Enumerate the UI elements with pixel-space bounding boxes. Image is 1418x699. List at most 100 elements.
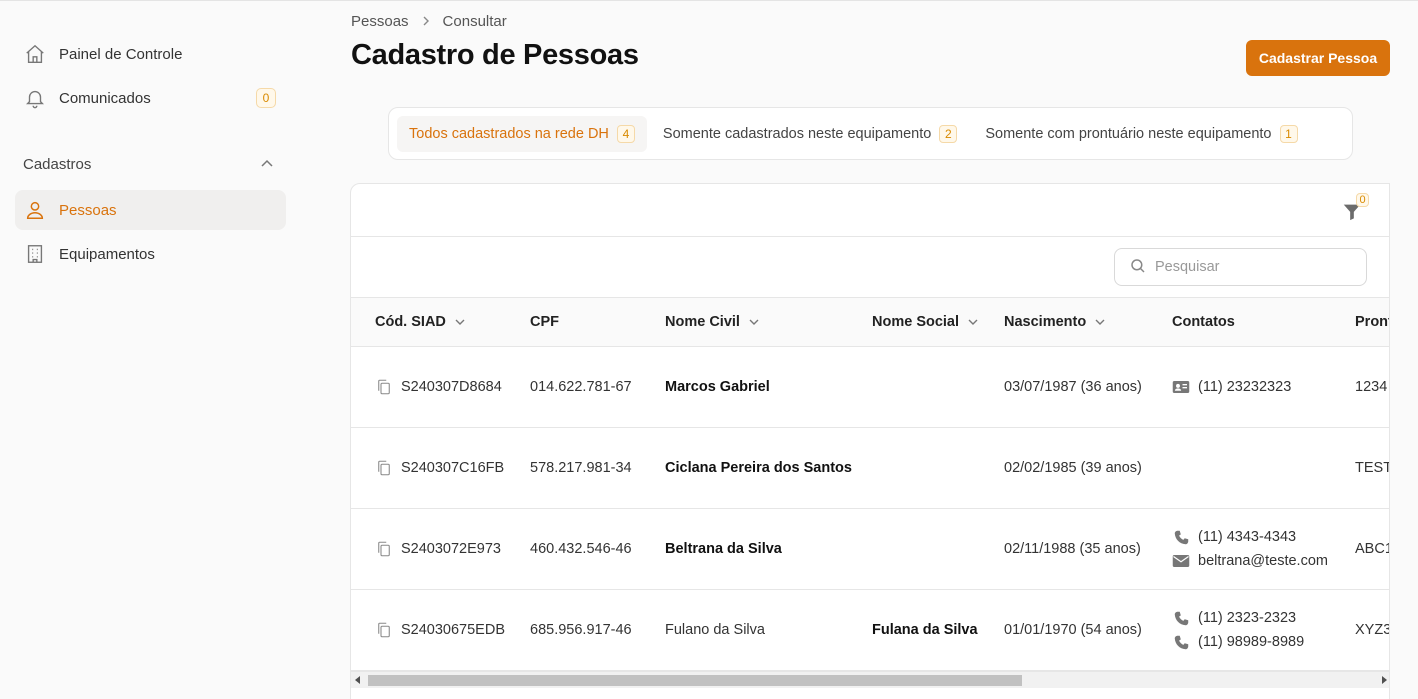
tab-com-prontuario[interactable]: Somente com prontuário neste equipamento…: [973, 116, 1309, 152]
card-toolbar: 0: [351, 184, 1389, 237]
scroll-left-icon[interactable]: [355, 676, 360, 684]
contact-item: (11) 2323-2323: [1172, 609, 1304, 627]
nome-civil-cell: Fulano da Silva: [665, 622, 765, 638]
filter-button[interactable]: 0: [1341, 193, 1369, 224]
search-icon: [1129, 257, 1147, 278]
column-header-nome-social[interactable]: Nome Social: [872, 298, 979, 346]
table-row[interactable]: S24030675EDB 685.956.917-46 Fulano da Si…: [351, 590, 1390, 671]
siad-cell: S240307C16FB: [375, 428, 504, 508]
column-header-nascimento[interactable]: Nascimento: [1004, 298, 1106, 346]
bell-icon: [23, 86, 47, 110]
contact-text: (11) 23232323: [1198, 379, 1292, 395]
siad-value: S240307C16FB: [401, 460, 505, 476]
contact-text: (11) 4343-4343: [1198, 529, 1297, 545]
cpf-cell: 685.956.917-46: [530, 622, 632, 638]
copy-icon[interactable]: [375, 378, 393, 396]
siad-value: S24030675EDB: [401, 622, 505, 638]
siad-cell: S2403072E973: [375, 509, 501, 589]
sidebar-item-label: Comunicados: [59, 89, 151, 107]
people-table-card: 0 Cód. SIAD CPF Nome Civil Nome Social N…: [350, 183, 1390, 699]
tab-neste-equipamento[interactable]: Somente cadastrados neste equipamento 2: [651, 116, 969, 152]
table-row[interactable]: S240307C16FB 578.217.981-34 Ciclana Pere…: [351, 428, 1390, 509]
table-row[interactable]: S240307D8684 014.622.781-67 Marcos Gabri…: [351, 347, 1389, 428]
tab-label: Todos cadastrados na rede DH: [409, 125, 609, 142]
scroll-right-icon[interactable]: [1382, 676, 1387, 684]
contact-text: (11) 2323-2323: [1198, 610, 1297, 626]
sidebar-item-comunicados[interactable]: Comunicados 0: [15, 78, 286, 118]
tab-label: Somente cadastrados neste equipamento: [662, 125, 932, 142]
chevron-down-icon: [1094, 316, 1106, 328]
section-title-cadastros: Cadastros: [23, 156, 92, 173]
chevron-up-icon[interactable]: [260, 157, 274, 174]
nascimento-cell: 01/01/1970 (54 anos): [1004, 622, 1142, 638]
cpf-cell: 578.217.981-34: [530, 460, 632, 476]
contatos-cell: (11) 2323-2323 (11) 98989-8989: [1172, 590, 1304, 670]
tab-todos[interactable]: Todos cadastrados na rede DH 4: [397, 115, 647, 152]
nome-civil-cell: Marcos Gabriel: [665, 379, 770, 395]
breadcrumb-separator-icon: [421, 14, 431, 30]
tab-count-badge: 4: [616, 124, 635, 143]
contact-item: (11) 98989-8989: [1172, 633, 1304, 651]
cadastrar-pessoa-button[interactable]: Cadastrar Pessoa: [1246, 40, 1390, 76]
table-row[interactable]: S2403072E973 460.432.546-46 Beltrana da …: [351, 509, 1390, 590]
prontuario-cell: TEST: [1355, 460, 1390, 476]
table-header: Cód. SIAD CPF Nome Civil Nome Social Nas…: [351, 297, 1390, 347]
contact-item: (11) 23232323: [1172, 378, 1291, 396]
siad-value: S2403072E973: [401, 541, 501, 557]
siad-value: S240307D8684: [401, 379, 502, 395]
nascimento-cell: 02/02/1985 (39 anos): [1004, 460, 1142, 476]
breadcrumb-item-pessoas[interactable]: Pessoas: [351, 13, 409, 30]
horizontal-scrollbar[interactable]: [351, 671, 1389, 688]
column-header-siad[interactable]: Cód. SIAD: [375, 298, 466, 346]
breadcrumb: Pessoas Consultar: [351, 13, 507, 30]
phone-icon: [1172, 528, 1190, 546]
contact-text: beltrana@teste.com: [1198, 553, 1328, 569]
copy-icon[interactable]: [375, 540, 393, 558]
phone-icon: [1172, 633, 1190, 651]
prontuario-cell: ABC1: [1355, 541, 1390, 557]
column-header-cpf: CPF: [530, 298, 559, 346]
scrollbar-thumb[interactable]: [368, 675, 1022, 686]
nascimento-cell: 03/07/1987 (36 anos): [1004, 379, 1142, 395]
home-icon: [23, 42, 47, 66]
nome-social-cell: Fulana da Silva: [872, 622, 978, 638]
chevron-down-icon: [967, 316, 979, 328]
column-label: Contatos: [1172, 314, 1235, 330]
column-label: Nome Civil: [665, 314, 740, 330]
sidebar-item-label: Pessoas: [59, 201, 117, 219]
sidebar-item-pessoas[interactable]: Pessoas: [15, 190, 286, 230]
building-icon: [23, 242, 47, 266]
column-header-contatos: Contatos: [1172, 298, 1235, 346]
sidebar-item-painel[interactable]: Painel de Controle: [15, 34, 286, 74]
filter-count-badge: 0: [1356, 193, 1369, 207]
sidebar: Painel de Controle Comunicados 0 Cadastr…: [0, 1, 300, 699]
search-box[interactable]: [1114, 248, 1367, 286]
chevron-down-icon: [748, 316, 760, 328]
column-header-prontuario: Pront: [1355, 298, 1390, 346]
nome-civil-cell: Ciclana Pereira dos Santos: [665, 460, 852, 476]
column-header-nome-civil[interactable]: Nome Civil: [665, 298, 760, 346]
column-label: Nome Social: [872, 314, 960, 330]
nascimento-cell: 02/11/1988 (35 anos): [1004, 541, 1141, 557]
breadcrumb-item-consultar: Consultar: [442, 13, 507, 30]
mail-icon: [1172, 552, 1190, 570]
nome-civil-cell: Beltrana da Silva: [665, 541, 782, 557]
tabs: Todos cadastrados na rede DH 4 Somente c…: [388, 107, 1353, 160]
chevron-down-icon: [454, 316, 466, 328]
sidebar-item-label: Painel de Controle: [59, 45, 183, 63]
search-input[interactable]: [1155, 259, 1355, 275]
column-label: Pront: [1355, 314, 1390, 330]
count-badge: 0: [256, 88, 276, 108]
prontuario-cell: XYZ3: [1355, 622, 1390, 638]
contatos-cell: (11) 4343-4343 beltrana@teste.com: [1172, 509, 1328, 589]
contact-text: (11) 98989-8989: [1198, 634, 1305, 650]
column-label: Cód. SIAD: [375, 314, 446, 330]
contact-item: (11) 4343-4343: [1172, 528, 1328, 546]
tab-count-badge: 1: [1279, 124, 1298, 143]
id-card-icon: [1172, 378, 1190, 396]
column-label: CPF: [530, 314, 559, 330]
copy-icon[interactable]: [375, 621, 393, 639]
sidebar-item-equipamentos[interactable]: Equipamentos: [15, 234, 286, 274]
copy-icon[interactable]: [375, 459, 393, 477]
contact-item: beltrana@teste.com: [1172, 552, 1328, 570]
